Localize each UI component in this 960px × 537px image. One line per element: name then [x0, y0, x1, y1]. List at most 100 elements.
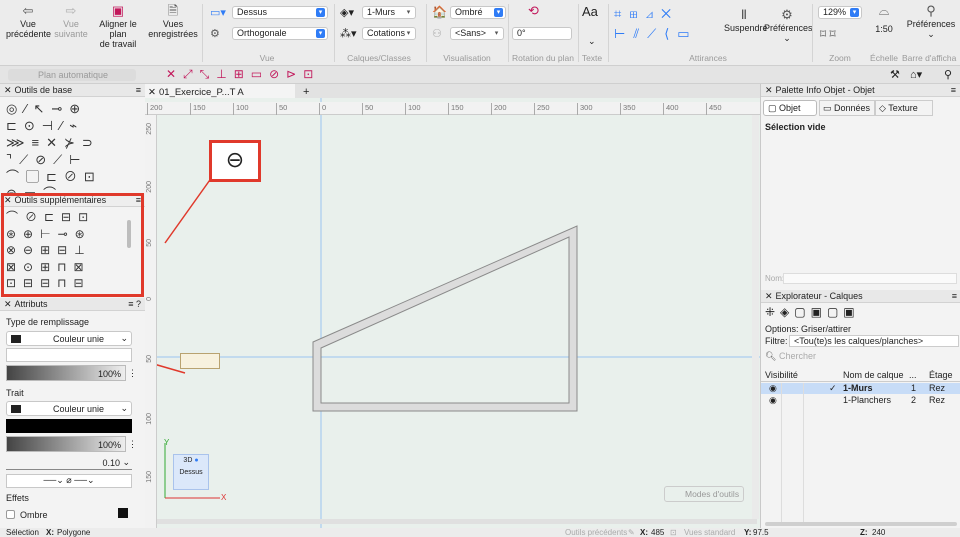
search-icon: 🔍︎: [765, 351, 777, 361]
table-row[interactable]: ◉ ✓ 1-Murs 1 Rez: [761, 383, 960, 394]
stroke-type-select[interactable]: Couleur unie ⌄: [6, 401, 132, 416]
tab-object[interactable]: ▢ Objet: [763, 100, 817, 116]
zoom-fit-icon[interactable]: ⌑ ⌑: [820, 27, 836, 41]
walkthrough-icon[interactable]: ⌂▾: [910, 68, 922, 81]
view-icon: ▭▾: [210, 7, 226, 19]
tool-modes-label: Modes d'outils: [685, 489, 740, 499]
vertical-scrollbar[interactable]: [752, 115, 759, 519]
name-field[interactable]: [783, 273, 957, 284]
x-axis-label: X: [221, 493, 227, 502]
column-floor[interactable]: Étage: [929, 368, 953, 382]
render-secondary-select[interactable]: <Sans> ▾: [450, 27, 504, 40]
status-y-coord: 97.5: [753, 528, 769, 537]
close-icon[interactable]: ✕: [4, 299, 12, 309]
flyover-icon[interactable]: ⚒: [890, 68, 900, 81]
align-plan-button[interactable]: ▣ Aligner le plan de travail: [90, 4, 146, 50]
tool-modes-button[interactable]: Modes d'outils: [664, 486, 744, 502]
shadow-checkbox[interactable]: [6, 510, 15, 519]
tab-data[interactable]: ▭ Données: [819, 100, 875, 116]
column-layer-name[interactable]: Nom de calque: [843, 368, 904, 382]
layer-select[interactable]: 1-Murs ▾: [362, 6, 416, 19]
rotate-plan-icon[interactable]: ⟲: [528, 3, 539, 19]
fill-type-value: Couleur unie: [53, 334, 105, 344]
preferences-button[interactable]: ⚙ Préférences ⌄: [764, 8, 813, 44]
menu-icon[interactable]: ≡ ?: [128, 298, 141, 311]
basic-tools-title: Outils de base: [14, 85, 73, 95]
column-visibility[interactable]: Visibilité: [765, 368, 798, 382]
snap-buttons[interactable]: ⌗⊞⊿✕ ⊢⫽⟋⟨▭: [614, 4, 724, 48]
more-icon[interactable]: ⋮: [128, 368, 137, 379]
group-label-text: Texte: [581, 53, 603, 63]
stroke-pattern-field[interactable]: [6, 419, 132, 433]
rotation-input[interactable]: 0°: [512, 27, 572, 40]
add-tab-button[interactable]: +: [303, 86, 309, 98]
layers-toolbar-icons[interactable]: ⁜◈▢▣▢▣: [765, 305, 860, 319]
scale-button[interactable]: ⌓ 1:50: [868, 4, 900, 35]
line-ends-select[interactable]: ──⌄ ⌀ ──⌄: [6, 474, 132, 488]
suspend-button[interactable]: Ⅱ Suspendre: [724, 8, 768, 34]
chevron-down-icon[interactable]: ⌄: [588, 36, 596, 47]
projection-select[interactable]: Orthogonale ▾: [232, 27, 328, 40]
mode-buttons[interactable]: ✕⤢⤡⊥⊞▭⊘⊳⊡: [166, 67, 320, 82]
view-select[interactable]: Dessus ▾: [232, 6, 328, 19]
ruler-tick-label: 50: [146, 239, 153, 247]
close-icon[interactable]: ✕: [4, 85, 12, 95]
previous-view-label-1: Vue: [20, 19, 36, 29]
column-number[interactable]: ...: [909, 368, 917, 382]
fill-opacity-slider[interactable]: 100%: [6, 365, 126, 381]
shadow-label: Ombre: [20, 510, 48, 520]
menu-icon[interactable]: ≡: [951, 84, 956, 97]
more-icon[interactable]: ⋮: [128, 439, 137, 450]
ruler-tick-label: 200: [147, 103, 163, 115]
basic-tools-grid[interactable]: ◎⁄↖⊸⊕⊏⊙⊣⁄⌁⋙≡✕⊁⊃⌝⟋⊘⟋⊢⌒▢⊏⊘⊡⊜▭⌒: [6, 100, 136, 202]
menu-icon[interactable]: ≡: [136, 84, 141, 97]
eye-icon[interactable]: ◉: [769, 395, 777, 406]
saved-views-button[interactable]: 🗎 Vues enregistrées: [148, 4, 198, 40]
tab-texture[interactable]: ◇ Texture: [875, 100, 933, 116]
options-value[interactable]: Griser/attirer: [801, 324, 851, 334]
view-select-value: Dessus: [237, 7, 268, 17]
layer-floor: Rez: [929, 383, 946, 393]
ruler-tick-label: 50: [276, 103, 287, 115]
polygon-shape[interactable]: [312, 225, 578, 412]
layer-search-input[interactable]: 🔍︎ Chercher: [765, 350, 959, 362]
fill-color-swatch: [11, 335, 21, 343]
view-cube[interactable]: 3D ● Dessus: [173, 454, 209, 490]
close-icon[interactable]: ✕: [765, 291, 773, 301]
text-icon[interactable]: Aa: [582, 4, 598, 19]
zoom-select[interactable]: 129% ▾: [818, 6, 862, 19]
ruler-tick-label: 100: [233, 103, 249, 115]
auto-plan-button[interactable]: Plan automatique: [8, 69, 136, 81]
standard-views-button[interactable]: Vues standard: [684, 528, 735, 537]
chevron-down-icon: ▾: [406, 30, 411, 37]
display-icon[interactable]: ⚲: [944, 68, 952, 81]
fill-type-select[interactable]: Couleur unie ⌄: [6, 331, 132, 346]
menu-icon[interactable]: ≡: [952, 290, 957, 303]
ruler-object-icon: [180, 353, 220, 369]
table-row[interactable]: ◉ 1-Planchers 2 Rez: [761, 395, 960, 406]
line-thickness-select[interactable]: 0.10 ⌄: [6, 456, 132, 470]
close-icon[interactable]: ✕: [765, 85, 773, 95]
chevron-down-icon: ▾: [850, 8, 859, 17]
stroke-opacity-slider[interactable]: 100%: [6, 436, 126, 452]
layers-scrollbar[interactable]: [765, 522, 957, 526]
shadow-color-swatch[interactable]: [118, 508, 128, 518]
eye-icon[interactable]: ◉: [769, 383, 777, 394]
render-select[interactable]: Ombré ▾: [450, 6, 506, 19]
saved-views-label-1: Vues: [162, 19, 184, 29]
chevron-down-icon: ⌄: [120, 333, 128, 343]
fill-pattern-field[interactable]: [6, 348, 132, 362]
class-select[interactable]: Cotations ▾: [362, 27, 416, 40]
drawing-canvas[interactable]: ⊖ Y X 3D ● Dessus Modes d'outils: [145, 98, 760, 528]
next-view-button[interactable]: ⇨ Vue suivante: [52, 4, 90, 40]
previous-tools-button[interactable]: Outils précédents: [565, 528, 627, 537]
previous-view-button[interactable]: ⇦ Vue précédente: [6, 4, 51, 40]
layers-icon: ◈▾: [340, 7, 354, 19]
status-x-coord-label: X:: [640, 528, 648, 537]
filter-select[interactable]: <Tou(te)s les calques/planches>: [789, 335, 959, 347]
horizontal-scrollbar[interactable]: [157, 519, 757, 524]
display-preferences-button[interactable]: ⚲ Préférences ⌄: [902, 4, 960, 40]
render-select-value: Ombré: [455, 7, 483, 17]
ruler-tick-label: 400: [663, 103, 679, 115]
chevron-down-icon: ⌄: [120, 403, 128, 413]
